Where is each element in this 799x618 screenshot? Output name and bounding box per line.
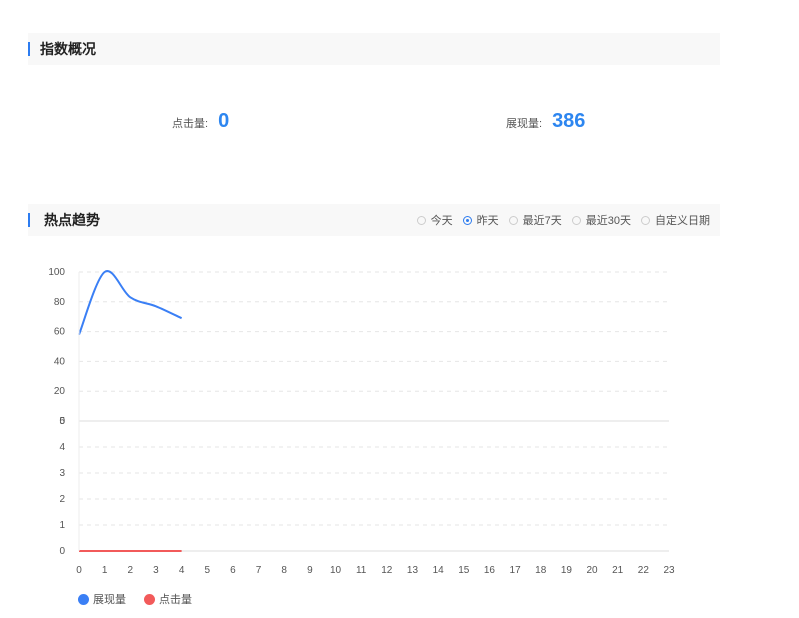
x-tick-label: 3 [153,565,159,576]
x-tick-label: 22 [638,565,650,576]
x-tick-label: 0 [76,565,82,576]
x-tick-label: 14 [433,565,445,576]
legend-item-views[interactable]: 展现量 [78,591,126,607]
legend-dot-icon [78,594,89,605]
x-tick-label: 23 [663,565,675,576]
x-tick-label: 19 [561,565,573,576]
x-tick-label: 5 [204,565,210,576]
y-tick-label: 0 [59,546,65,557]
series-line-views [78,270,183,335]
x-tick-label: 10 [330,565,342,576]
x-tick-label: 21 [612,565,624,576]
y-tick-label: 3 [59,468,65,479]
y-tick-label: 40 [54,356,66,367]
legend: 展现量 点击量 [78,591,192,607]
x-tick-label: 8 [281,565,287,576]
x-tick-label: 2 [128,565,134,576]
x-tick-label: 15 [458,565,470,576]
legend-item-clicks[interactable]: 点击量 [144,591,192,607]
x-tick-label: 4 [179,565,185,576]
x-tick-label: 9 [307,565,313,576]
legend-label: 展现量 [93,594,126,606]
trend-chart: 0204060801000123450 1 2 3 4 5 6 7 8 9 10 11 12 13 14 15… [48,267,675,576]
legend-dot-icon [144,594,155,605]
x-tick-label: 16 [484,565,496,576]
x-tick-label: 18 [535,565,547,576]
y-tick-label: 100 [48,267,65,278]
x-tick-label: 1 [102,565,108,576]
x-tick-label: 17 [510,565,522,576]
y-tick-label: 4 [59,442,65,453]
x-tick-label: 13 [407,565,419,576]
y-tick-label: 1 [59,520,65,531]
y-tick-label: 2 [59,494,65,505]
y-tick-label: 20 [54,386,66,397]
y-tick-label: 80 [54,297,66,308]
y-tick-label: 5 [59,416,65,427]
legend-label: 点击量 [159,594,192,606]
x-tick-label: 7 [256,565,262,576]
x-tick-label: 12 [381,565,393,576]
y-tick-label: 60 [54,327,66,338]
x-tick-label: 20 [586,565,598,576]
x-tick-label: 6 [230,565,236,576]
x-tick-label: 11 [356,565,367,576]
